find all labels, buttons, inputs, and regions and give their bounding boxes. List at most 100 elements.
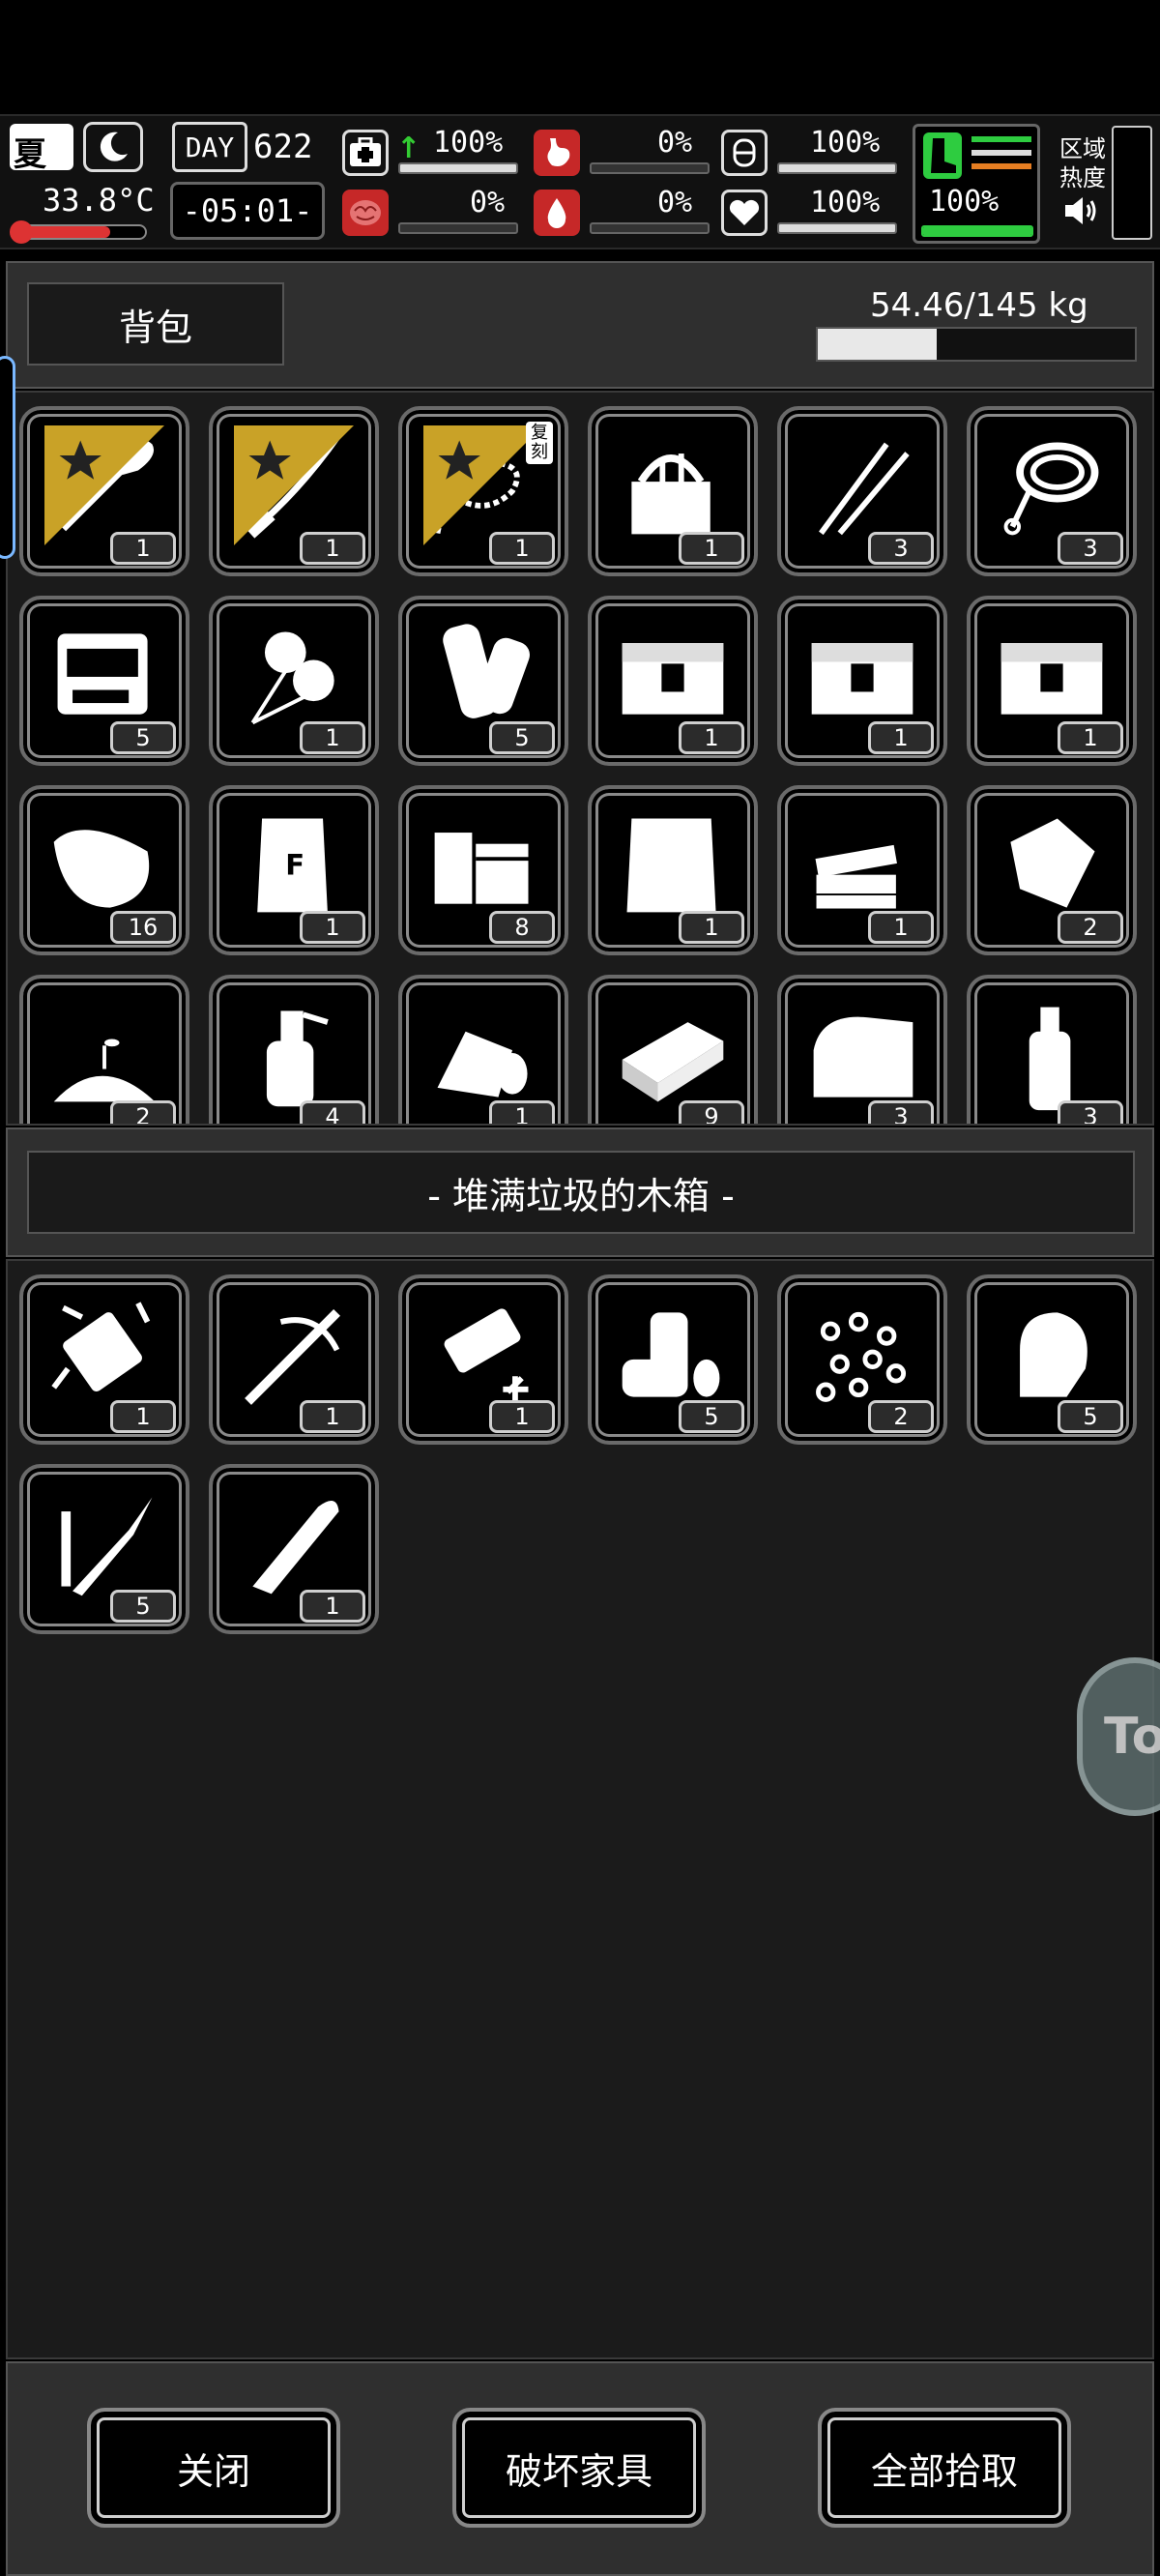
backpack-item-slot[interactable]: 1 <box>398 975 568 1124</box>
backpack-item-slot[interactable]: 2 <box>19 975 189 1124</box>
crossbow-icon <box>245 1308 340 1405</box>
day-number: 622 <box>253 128 313 166</box>
backpack-item-slot[interactable]: 1 <box>588 596 758 766</box>
temperature-value: 33.8°C <box>43 182 155 219</box>
item-count: 5 <box>1058 1400 1123 1433</box>
spray-bottle-icon <box>266 1010 329 1107</box>
backpack-item-slot[interactable]: 1 <box>209 596 379 766</box>
backpack-item-slot[interactable]: 5 <box>398 596 568 766</box>
item-count: 8 <box>489 911 555 944</box>
backpack-item-slot[interactable]: 3 <box>967 975 1137 1124</box>
container-item-slot[interactable]: 5 <box>19 1464 189 1634</box>
stomach-icon <box>534 130 580 176</box>
item-count: 3 <box>1058 1100 1123 1124</box>
item-count: 1 <box>489 1400 555 1433</box>
container-grid: 1 1 1 5 2 5 5 1 <box>6 1259 1154 2359</box>
backpack-item-slot[interactable]: 1 <box>588 406 758 576</box>
season-label: 夏 <box>14 135 46 174</box>
scrap-icon <box>1010 818 1095 908</box>
container-item-slot[interactable]: 1 <box>209 1464 379 1634</box>
backpack-tab[interactable]: 背包 <box>27 282 284 366</box>
flour-bag-icon: F <box>257 818 328 913</box>
mood-value: 100% <box>810 186 881 220</box>
item-count: 1 <box>868 721 934 754</box>
container-item-slot[interactable]: 1 <box>209 1274 379 1445</box>
backpack-item-slot[interactable]: 8 <box>398 785 568 955</box>
weight-bar <box>816 327 1137 362</box>
repair-kit-icon <box>57 633 148 715</box>
mood-bar <box>777 222 897 234</box>
backpack-grid: 1 1 复刻 1 1 3 3 5 1 5 1 1 1 16 F 1 8 1 1 2 2 4 1 9 3 3 <box>6 391 1154 1126</box>
night-icon <box>83 122 143 172</box>
backpack-item-slot[interactable]: 1 <box>588 785 758 955</box>
close-button[interactable]: 关闭 <box>87 2408 340 2528</box>
weight-text: 54.46/145 kg <box>870 286 1088 325</box>
supply-crate-icon <box>622 643 724 715</box>
stamina-value: 100% <box>810 126 881 160</box>
speaker-icon[interactable] <box>1061 191 1100 230</box>
backpack-item-slot[interactable]: 1 <box>777 785 947 955</box>
toolbox-bag-icon <box>631 454 710 535</box>
container-item-slot[interactable]: 5 <box>967 1274 1137 1445</box>
item-count: 3 <box>868 532 934 565</box>
bleeding-value: 0% <box>657 186 693 220</box>
floating-assist-button[interactable]: To <box>1077 1657 1160 1816</box>
backpack-header: 背包 54.46/145 kg <box>6 261 1154 389</box>
health-value: 100% <box>433 126 504 160</box>
game-screen: 夏 33.8°C DAY 622 -05:01- ↑ 100% 0% 0% 0%… <box>0 0 1160 2576</box>
item-count: 2 <box>868 1400 934 1433</box>
backpack-item-slot[interactable]: 复刻 1 <box>398 406 568 576</box>
item-count: 1 <box>300 1590 365 1623</box>
stamina-bar <box>777 162 897 174</box>
cans-icon <box>622 1312 720 1397</box>
container-item-slot[interactable]: 2 <box>777 1274 947 1445</box>
backpack-item-slot[interactable]: 1 <box>19 406 189 576</box>
area-heat-label-2: 热度 <box>1059 164 1106 191</box>
mental-bar <box>398 222 518 234</box>
status-hud: 夏 33.8°C DAY 622 -05:01- ↑ 100% 0% 0% 0%… <box>0 114 1160 249</box>
backpack-item-slot[interactable]: 2 <box>967 785 1137 955</box>
bleeding-bar <box>590 222 710 234</box>
take-all-button[interactable]: 全部拾取 <box>818 2408 1071 2528</box>
item-count: 5 <box>110 721 176 754</box>
beads-icon <box>816 1311 907 1402</box>
item-tag: 复刻 <box>526 422 553 464</box>
item-count: 1 <box>679 532 744 565</box>
cotton-icon <box>250 631 334 725</box>
item-count: 2 <box>1058 911 1123 944</box>
blade-upgrade-icon <box>444 1308 529 1402</box>
potato-sack-icon <box>53 830 150 908</box>
container-item-slot[interactable]: 5 <box>588 1274 758 1445</box>
fatigue-value: 100% <box>929 185 1000 219</box>
backpack-item-slot[interactable]: 16 <box>19 785 189 955</box>
destroy-furniture-button[interactable]: 破坏家具 <box>452 2408 706 2528</box>
bullet-tip-icon <box>1020 1312 1088 1397</box>
clock-display: -05:01- <box>170 182 325 240</box>
backpack-item-slot[interactable]: 3 <box>777 406 947 576</box>
backpack-item-slot[interactable]: 1 <box>777 596 947 766</box>
item-count: 5 <box>110 1590 176 1623</box>
backpack-item-slot[interactable]: 9 <box>588 975 758 1124</box>
item-count: 1 <box>110 532 176 565</box>
mental-value: 0% <box>470 186 506 220</box>
item-count: 1 <box>489 1100 555 1124</box>
towel-icon <box>813 1016 914 1098</box>
backpack-item-slot[interactable]: 3 <box>777 975 947 1124</box>
season-badge: 夏 <box>10 124 73 174</box>
container-header: - 堆满垃圾的木箱 - <box>6 1127 1154 1257</box>
supply-crate-icon <box>1000 643 1103 715</box>
backpack-item-slot[interactable]: 3 <box>967 406 1137 576</box>
health-bar <box>398 162 518 174</box>
backpack-item-slot[interactable]: F1 <box>209 785 379 955</box>
backpack-item-slot[interactable]: 1 <box>209 406 379 576</box>
favorite-star-icon <box>234 425 354 545</box>
favorite-star-icon <box>44 425 164 545</box>
backpack-item-slot[interactable]: 1 <box>967 596 1137 766</box>
backpack-item-slot[interactable]: 5 <box>19 596 189 766</box>
side-drawer-handle[interactable] <box>0 356 15 559</box>
blood-drop-icon <box>534 190 580 236</box>
backpack-item-slot[interactable]: 4 <box>209 975 379 1124</box>
container-item-slot[interactable]: 1 <box>398 1274 568 1445</box>
item-count: 4 <box>300 1100 365 1124</box>
container-item-slot[interactable]: 1 <box>19 1274 189 1445</box>
